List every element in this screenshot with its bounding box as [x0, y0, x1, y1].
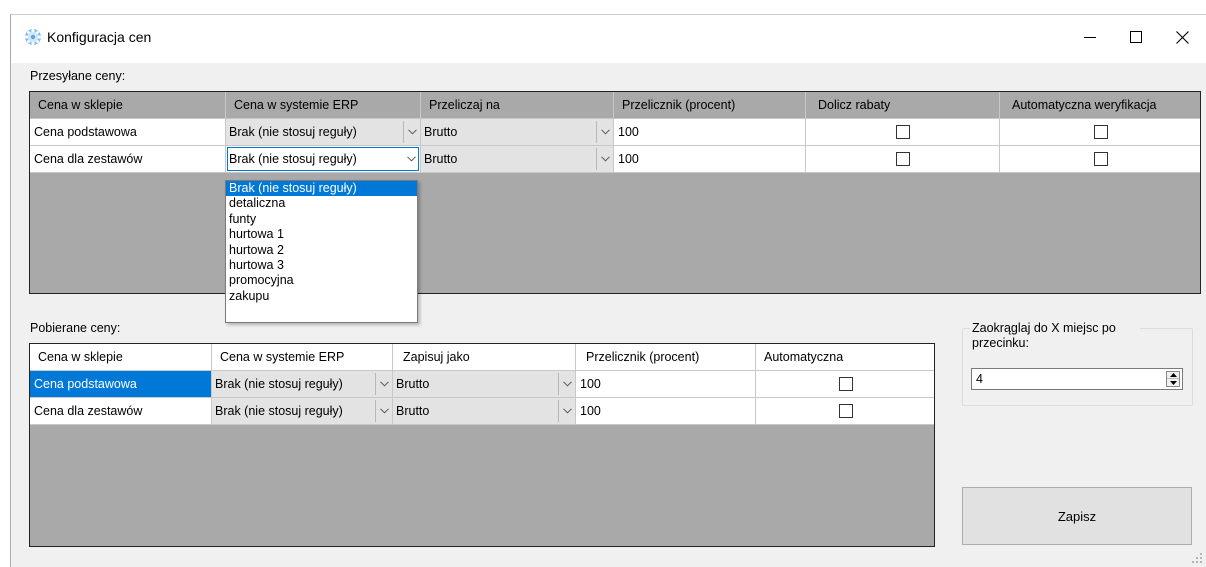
chevron-down-icon[interactable] — [375, 373, 392, 395]
minimize-button[interactable] — [1067, 15, 1113, 59]
dropdown-option[interactable]: detaliczna — [226, 196, 417, 211]
resize-grip-icon[interactable] — [1192, 553, 1202, 563]
auto-verify-checkbox[interactable] — [1093, 152, 1108, 166]
dropdown-option[interactable]: promocyjna — [226, 273, 417, 288]
convert-to-combo[interactable]: Brutto — [421, 146, 614, 173]
auto-verify-cell — [1000, 146, 1200, 173]
erp-price-value: Brak (nie stosuj reguły) — [229, 125, 357, 139]
rounding-label: Zaokrąglaj do X miejsc po przecinku: — [970, 321, 1140, 351]
factor-cell[interactable]: 100 — [576, 398, 756, 425]
dropdown-option[interactable]: hurtowa 2 — [226, 243, 417, 258]
chevron-down-icon[interactable] — [558, 400, 575, 422]
close-button[interactable] — [1159, 15, 1205, 59]
automatic-checkbox[interactable] — [838, 377, 853, 391]
dropdown-option[interactable]: hurtowa 3 — [226, 258, 417, 273]
automatic-cell — [756, 398, 934, 425]
app-gear-icon — [25, 29, 41, 45]
close-icon — [1175, 30, 1189, 44]
column-header[interactable]: Przelicznik (procent) — [576, 344, 756, 371]
dropdown-option[interactable]: zakupu — [226, 289, 417, 304]
spinner-buttons — [1166, 371, 1180, 387]
fetched-prices-grid[interactable]: Cena w sklepie Cena w systemie ERP Zapis… — [29, 343, 935, 547]
erp-price-dropdown-list[interactable]: Brak (nie stosuj reguły) detaliczna funt… — [225, 180, 418, 323]
title-bar: Konfiguracja cen — [11, 15, 1206, 63]
maximize-button[interactable] — [1113, 15, 1159, 59]
convert-to-value: Brutto — [424, 152, 458, 166]
rounding-spinner[interactable]: 4 — [971, 368, 1183, 390]
column-header[interactable]: Zapisuj jako — [393, 344, 576, 371]
auto-verify-cell — [1000, 119, 1200, 146]
column-header[interactable]: Cena w systemie ERP — [226, 92, 421, 119]
minimize-icon — [1084, 37, 1096, 38]
column-header[interactable]: Przeliczaj na — [421, 92, 614, 119]
erp-price-combo[interactable]: Brak (nie stosuj reguły) — [226, 119, 421, 146]
rounding-value[interactable]: 4 — [976, 372, 983, 386]
convert-to-value: Brutto — [424, 125, 458, 139]
add-discounts-cell — [806, 119, 1000, 146]
chevron-down-icon[interactable] — [403, 148, 420, 170]
erp-price-value: Brak (nie stosuj reguły) — [215, 377, 343, 391]
table-row[interactable]: Cena podstawowa Brak (nie stosuj reguły)… — [30, 371, 934, 398]
column-header[interactable]: Cena w sklepie — [30, 92, 226, 119]
table-row[interactable]: Cena dla zestawów Brak (nie stosuj reguł… — [30, 398, 934, 425]
erp-price-combo[interactable]: Brak (nie stosuj reguły) — [226, 146, 421, 173]
erp-price-value: Brak (nie stosuj reguły) — [215, 404, 343, 418]
shop-price-cell[interactable]: Cena podstawowa — [30, 119, 226, 146]
erp-price-combo[interactable]: Brak (nie stosuj reguły) — [212, 398, 393, 425]
factor-cell[interactable]: 100 — [576, 371, 756, 398]
chevron-down-icon[interactable] — [596, 148, 613, 170]
column-header[interactable]: Automatyczna — [756, 344, 934, 371]
column-header[interactable]: Przelicznik (procent) — [614, 92, 806, 119]
column-header[interactable]: Cena w systemie ERP — [212, 344, 393, 371]
chevron-down-icon[interactable] — [403, 121, 420, 143]
chevron-down-icon[interactable] — [375, 400, 392, 422]
spin-up-icon[interactable] — [1167, 372, 1179, 379]
column-header[interactable]: Automatyczna weryfikacja — [1000, 92, 1200, 119]
sent-prices-grid[interactable]: Cena w sklepie Cena w systemie ERP Przel… — [29, 91, 1201, 294]
add-discounts-checkbox[interactable] — [895, 125, 910, 139]
erp-price-value: Brak (nie stosuj reguły) — [229, 152, 357, 166]
dropdown-option[interactable]: funty — [226, 212, 417, 227]
automatic-cell — [756, 371, 934, 398]
factor-cell[interactable]: 100 — [614, 119, 806, 146]
chevron-down-icon[interactable] — [596, 121, 613, 143]
table-row[interactable]: Cena podstawowa Brak (nie stosuj reguły)… — [30, 119, 1200, 146]
shop-price-cell[interactable]: Cena dla zestawów — [30, 398, 212, 425]
window-title: Konfiguracja cen — [47, 29, 152, 45]
convert-to-combo[interactable]: Brutto — [421, 119, 614, 146]
chevron-down-icon[interactable] — [558, 373, 575, 395]
erp-price-combo[interactable]: Brak (nie stosuj reguły) — [212, 371, 393, 398]
save-button[interactable]: Zapisz — [962, 487, 1192, 545]
maximize-icon — [1130, 31, 1142, 43]
sent-prices-label: Przesyłane ceny: — [30, 69, 126, 83]
dropdown-option[interactable]: hurtowa 1 — [226, 227, 417, 242]
shop-price-cell[interactable]: Cena dla zestawów — [30, 146, 226, 173]
add-discounts-checkbox[interactable] — [895, 152, 910, 166]
factor-cell[interactable]: 100 — [614, 146, 806, 173]
spin-down-icon[interactable] — [1167, 379, 1179, 386]
table-row[interactable]: Cena dla zestawów Brak (nie stosuj reguł… — [30, 146, 1200, 173]
save-as-value: Brutto — [396, 404, 430, 418]
column-header[interactable]: Dolicz rabaty — [806, 92, 1000, 119]
save-as-combo[interactable]: Brutto — [393, 398, 576, 425]
shop-price-cell[interactable]: Cena podstawowa — [30, 371, 212, 398]
dropdown-option[interactable]: Brak (nie stosuj reguły) — [226, 181, 417, 197]
auto-verify-checkbox[interactable] — [1093, 125, 1108, 139]
automatic-checkbox[interactable] — [838, 404, 853, 418]
add-discounts-cell — [806, 146, 1000, 173]
fetched-prices-label: Pobierane ceny: — [30, 321, 121, 335]
save-as-value: Brutto — [396, 377, 430, 391]
save-as-combo[interactable]: Brutto — [393, 371, 576, 398]
column-header[interactable]: Cena w sklepie — [30, 344, 212, 371]
grid-header: Cena w sklepie Cena w systemie ERP Zapis… — [30, 344, 934, 371]
